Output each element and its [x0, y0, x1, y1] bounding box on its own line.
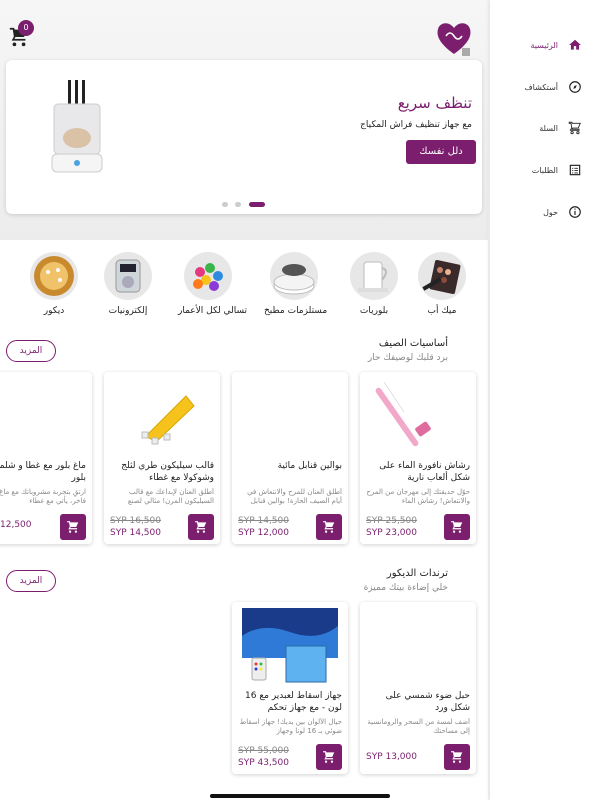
category-image [30, 252, 78, 300]
category-image [418, 252, 466, 300]
product-name: حبل ضوء شمسي على شكل ورد [385, 691, 470, 713]
old-price: SYP 14,500 [238, 516, 289, 526]
product-description: حوّل حديقتك إلى مهرجان من المرح والانتعا… [366, 488, 470, 505]
category-image [270, 252, 318, 300]
sidebar-item-label: أستكشاف [524, 82, 558, 92]
category-image [104, 252, 152, 300]
banner-cta-button[interactable]: دلل نفسك [406, 140, 476, 164]
category-image [350, 252, 398, 300]
category-crystal[interactable]: بلوريات [344, 252, 404, 316]
price: 12,500 [0, 520, 32, 530]
sidebar-item-label: حول [543, 207, 558, 217]
product-card[interactable]: جهاز اسقاط لعبدير مع 16 لون - مع جهاز تح… [232, 602, 348, 774]
carousel-dot[interactable] [235, 202, 241, 207]
sidebar-nav: الرئيسية أستكشاف السلة الطلبات حول [490, 0, 600, 800]
sidebar-item-label: الطلبات [531, 165, 558, 175]
compass-icon [569, 81, 581, 93]
add-to-cart-button[interactable] [60, 514, 86, 540]
category-label: مستلزمات مطبخ [264, 306, 328, 316]
price: SYP 13,000 [366, 752, 417, 762]
cart-count-badge: 0 [18, 20, 34, 36]
product-name: بوالين قنابل مائية [277, 461, 342, 471]
sidebar-item-orders[interactable]: الطلبات [532, 163, 582, 177]
product-card[interactable]: حبل ضوء شمسي على شكل ورد أضف لمسة من الس… [360, 602, 476, 774]
product-card[interactable]: بوالين قنابل مائية أطلق العنان للمرح وال… [232, 372, 348, 544]
home-indicator [210, 794, 390, 798]
home-icon [569, 39, 581, 50]
product-image [364, 376, 472, 456]
product-image [236, 376, 344, 456]
product-card[interactable]: قالب سيليكون طري لثلج وشوكولا مع غطاء أط… [104, 372, 220, 544]
product-description: ارتقِ بتجربة مشروباتك مع ماغ بلوري فاخر،… [0, 488, 86, 505]
old-price: SYP 16,500 [110, 516, 161, 526]
sidebar-item-label: السلة [539, 123, 558, 133]
banner-subtitle: مع جهاز تنظيف فراش المكياج [360, 120, 472, 130]
category-label: إلكترونيات [108, 306, 148, 316]
old-price: SYP 25,500 [366, 516, 417, 526]
product-image [236, 606, 344, 686]
product-name: جهاز اسقاط لعبدير مع 16 لون - مع جهاز تح… [245, 691, 342, 713]
product-description: أطلق العنان للمرح والانتعاش في أيام الصي… [247, 488, 342, 505]
section-subtitle: برد قلبك لوصيفك حار [367, 353, 448, 363]
product-image [364, 606, 472, 686]
product-image [0, 376, 88, 456]
product-description: حيال الألوان بين يديك! جهاز اسقاط ضوئي ب… [239, 718, 342, 735]
category-kitchen[interactable]: مستلزمات مطبخ [264, 252, 328, 316]
sidebar-item-explore[interactable]: أستكشاف [524, 80, 582, 94]
cart-icon [568, 121, 581, 135]
product-description: أطلق العنان لإبداعك مع قالب السيليكون ال… [127, 488, 214, 505]
info-icon [569, 206, 581, 218]
category-decor[interactable]: ديكور [24, 252, 84, 316]
old-price: SYP 55,000 [238, 746, 289, 756]
section-subtitle: خلي إضاءة بيتك مميزة [363, 583, 448, 593]
category-label: بلوريات [359, 306, 389, 316]
category-electronics[interactable]: إلكترونيات [98, 252, 158, 316]
banner-product-image [46, 78, 106, 178]
product-image [108, 376, 216, 456]
product-card[interactable]: رشاش نافورة الماء على شكل ألعاب نارية حو… [360, 372, 476, 544]
category-image [184, 252, 232, 300]
carousel-dot-active[interactable] [249, 202, 265, 207]
price: SYP 12,000 [238, 528, 289, 538]
add-to-cart-button[interactable] [444, 744, 470, 770]
sidebar-item-cart[interactable]: السلة [539, 121, 582, 135]
category-label: ميك أب [427, 306, 457, 316]
product-name: ماغ بلور مع غطا و شلمون بلور [0, 461, 86, 483]
more-button[interactable]: المزيد [6, 570, 56, 592]
banner-title: تنظف سريع [397, 94, 472, 112]
product-name: قالب سيليكون طري لثلج وشوكولا مع غطاء [121, 461, 214, 483]
category-label: تسالي لكل الأعمار [178, 306, 248, 316]
brand-logo [434, 18, 474, 58]
add-to-cart-button[interactable] [316, 744, 342, 770]
price: SYP 14,500 [110, 528, 161, 538]
add-to-cart-button[interactable] [316, 514, 342, 540]
add-to-cart-button[interactable] [444, 514, 470, 540]
section-title: أساسيات الصيف [378, 338, 448, 349]
promo-banner[interactable]: تنظف سريع مع جهاز تنظيف فراش المكياج دلل… [6, 60, 482, 214]
price: SYP 23,000 [366, 528, 417, 538]
section-title: ترندات الديكور [386, 568, 448, 579]
category-label: ديكور [43, 306, 65, 316]
main-content: 0 تنظف سريع مع جهاز تنظيف فراش المكياج د… [0, 0, 488, 800]
price: SYP 43,500 [238, 758, 289, 768]
orders-icon [569, 164, 581, 176]
category-fun[interactable]: تسالي لكل الأعمار [178, 252, 248, 316]
sidebar-item-home[interactable]: الرئيسية [530, 38, 582, 52]
carousel-dot[interactable] [222, 202, 228, 207]
category-makeup[interactable]: ميك أب [412, 252, 472, 316]
product-card[interactable]: ماغ بلور مع غطا و شلمون بلور ارتقِ بتجرب… [0, 372, 92, 544]
product-description: أضف لمسة من السحر والرومانسية إلى مساحتك [367, 718, 470, 735]
add-to-cart-button[interactable] [188, 514, 214, 540]
more-button[interactable]: المزيد [6, 340, 56, 362]
sidebar-item-label: الرئيسية [530, 40, 558, 50]
product-name: رشاش نافورة الماء على شكل ألعاب نارية [379, 461, 470, 483]
sidebar-item-about[interactable]: حول [543, 205, 582, 219]
